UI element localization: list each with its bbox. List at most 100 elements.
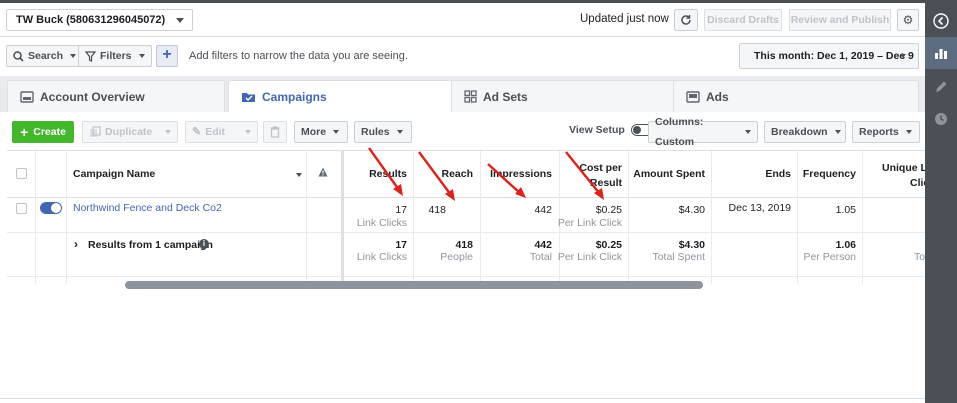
header-impressions[interactable]: Impressions (490, 168, 552, 180)
tab-label: Campaigns (262, 90, 327, 104)
summary-spent-type: Total Spent (652, 251, 705, 263)
header-ends[interactable]: Ends (765, 168, 791, 180)
columns-button[interactable]: Columns: Custom (648, 116, 758, 148)
summary-cpr-type: Per Link Click (557, 251, 622, 263)
filters-button[interactable]: Filters (78, 45, 152, 67)
summary-reach-type: People (440, 251, 473, 263)
column-divider (711, 151, 712, 284)
add-filter-button[interactable]: + (156, 45, 178, 67)
account-overview-icon (20, 90, 34, 103)
search-button[interactable]: Search (6, 45, 84, 67)
header-results[interactable]: Results (369, 168, 407, 180)
tab-ads[interactable]: Ads (673, 80, 919, 112)
header-unique-link-clicks[interactable]: Unique Li Clic (882, 162, 930, 189)
create-button[interactable]: + Create (12, 121, 74, 143)
plus-icon: + (20, 124, 29, 140)
column-divider (413, 151, 414, 284)
campaign-name-link[interactable]: Northwind Fence and Deck Co2 (73, 202, 222, 214)
grid-icon (464, 90, 477, 103)
level-tabs: Account Overview Campaigns Ad Sets Ads (0, 76, 925, 113)
discard-drafts-button[interactable]: Discard Drafts (704, 9, 782, 31)
date-range-label: This month: Dec 1, 2019 – Dec 9 (754, 50, 914, 62)
duplicate-icon (90, 126, 101, 137)
edit-button[interactable]: ✎ Edit (185, 121, 258, 143)
reports-button[interactable]: Reports (852, 121, 920, 143)
chevron-down-icon (245, 130, 251, 134)
date-range-picker[interactable]: This month: Dec 1, 2019 – Dec 9 (739, 43, 919, 69)
summary-unique-type: To (914, 251, 926, 263)
settings-button[interactable]: ⚙ (897, 9, 919, 31)
create-label: Create (33, 126, 66, 138)
column-divider (306, 151, 307, 284)
chevron-left-circle-icon (933, 13, 949, 29)
account-name: TW Buck (580631296045072) (16, 14, 166, 26)
filter-bar: Search Filters + Add filters to narrow t… (0, 37, 925, 73)
sort-chevron-icon[interactable] (296, 173, 302, 177)
chevron-down-icon (70, 54, 77, 58)
campaign-toolbar: + Create Duplicate ✎ Edit More Rules Vie… (0, 112, 925, 150)
gear-icon: ⚙ (902, 13, 914, 27)
row-results: 17 (395, 204, 407, 216)
summary-label: Results from 1 campaign (88, 239, 213, 251)
header-amount-spent[interactable]: Amount Spent (633, 168, 705, 180)
more-button[interactable]: More (294, 121, 348, 143)
charts-button[interactable] (925, 37, 957, 69)
chevron-down-icon (138, 54, 145, 58)
summary-results: 17 (395, 239, 407, 251)
column-divider (66, 151, 67, 284)
filters-label: Filters (100, 50, 132, 62)
more-label: More (301, 126, 327, 138)
right-sidebar (925, 3, 957, 403)
folder-check-icon (242, 93, 255, 102)
chevron-down-icon (905, 130, 912, 134)
chevron-down-icon (333, 130, 340, 134)
tab-label: Ads (706, 89, 729, 104)
collapse-button[interactable] (925, 5, 957, 37)
header-unique-line2: Clic (910, 177, 930, 189)
header-reach[interactable]: Reach (441, 168, 473, 180)
tab-ad-sets[interactable]: Ad Sets (451, 80, 677, 112)
header-divider (7, 197, 925, 198)
rules-button[interactable]: Rules (354, 121, 412, 143)
review-publish-button[interactable]: Review and Publish (789, 9, 891, 31)
select-all-checkbox[interactable] (16, 168, 27, 179)
duplicate-label: Duplicate (105, 126, 153, 138)
breakdown-button[interactable]: Breakdown (764, 121, 846, 143)
column-divider (628, 151, 629, 284)
frozen-column-divider (341, 151, 344, 284)
ad-icon (686, 90, 700, 103)
info-icon[interactable]: i (199, 239, 209, 249)
column-divider (35, 151, 36, 284)
campaign-status-toggle[interactable] (40, 202, 62, 214)
header-cost-per-result[interactable]: Cost per Result (579, 162, 622, 189)
row-reach: 418 (428, 204, 446, 216)
account-selector[interactable]: TW Buck (580631296045072) (6, 9, 193, 31)
delete-button[interactable] (263, 121, 287, 143)
header-cpr-line2: Result (589, 177, 622, 189)
chevron-down-icon (900, 54, 906, 58)
tab-label: Ad Sets (483, 89, 528, 104)
row-checkbox[interactable] (16, 203, 27, 214)
summary-impressions: 442 (534, 239, 552, 251)
tab-account-overview[interactable]: Account Overview (7, 80, 225, 112)
edit-panel-button[interactable] (925, 71, 957, 103)
horizontal-scrollbar[interactable] (125, 281, 703, 289)
tab-campaigns[interactable]: Campaigns (228, 80, 454, 113)
row-amount-spent: $4.30 (678, 204, 705, 216)
header-frequency[interactable]: Frequency (803, 168, 856, 180)
refresh-button[interactable] (674, 9, 698, 31)
pencil-icon (936, 81, 947, 92)
search-label: Search (28, 50, 64, 62)
header-campaign-name[interactable]: Campaign Name (73, 168, 155, 180)
row-results-type: Link Clicks (356, 217, 407, 229)
updated-status: Updated just now (580, 13, 669, 25)
expand-chevron-icon[interactable]: › (74, 237, 78, 251)
chevron-down-icon (165, 130, 171, 134)
view-setup-toggle[interactable]: View Setup (569, 124, 653, 136)
row-impressions: 442 (534, 204, 552, 216)
header-cpr-line1: Cost per (579, 162, 622, 174)
duplicate-button[interactable]: Duplicate (82, 121, 178, 143)
warning-icon (318, 167, 328, 177)
row-cpr-type: Per Link Click (557, 217, 622, 229)
history-button[interactable] (925, 103, 957, 135)
